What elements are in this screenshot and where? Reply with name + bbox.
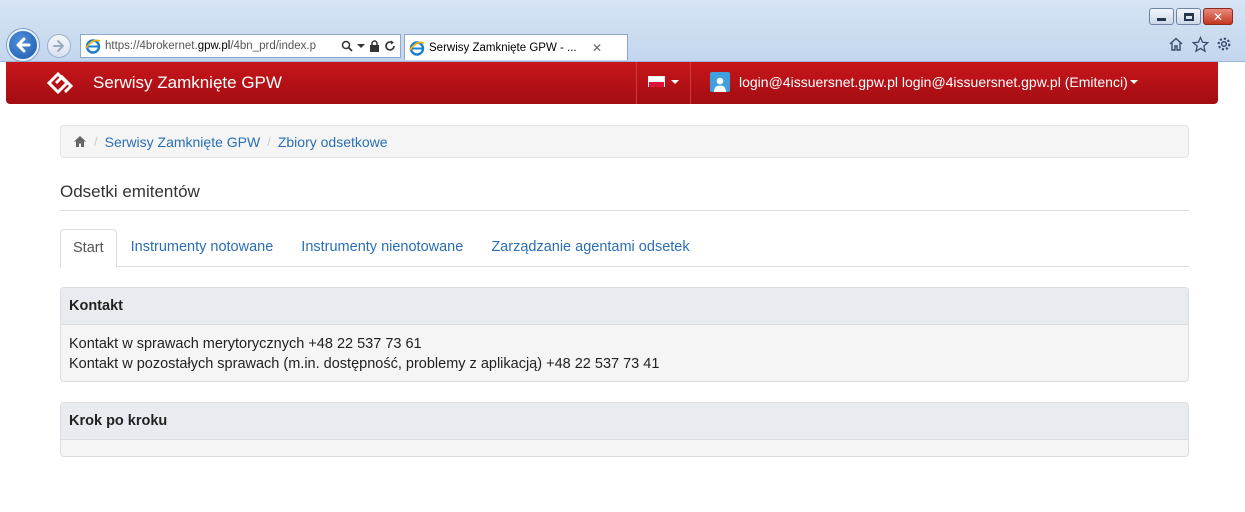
brand-title[interactable]: Serwisy Zamknięte GPW — [93, 73, 282, 93]
tab-zarzadzanie-agentami[interactable]: Zarządzanie agentami odsetek — [477, 229, 703, 267]
breadcrumb-link[interactable]: Zbiory odsetkowe — [278, 134, 388, 150]
chevron-down-icon — [1129, 80, 1138, 84]
contact-panel: Kontakt Kontakt w sprawach merytorycznyc… — [60, 287, 1189, 382]
page-title: Odsetki emitentów — [60, 182, 200, 201]
minimize-icon — [1157, 18, 1166, 21]
panel-heading: Kontakt — [61, 288, 1188, 325]
url-domain: gpw.pl — [197, 40, 231, 52]
refresh-icon[interactable] — [384, 40, 396, 52]
minimize-button[interactable] — [1149, 8, 1174, 25]
breadcrumb-separator: / — [267, 134, 271, 149]
breadcrumb-link[interactable]: Serwisy Zamknięte GPW — [105, 134, 261, 150]
url-prefix: https://4brokernet. — [105, 40, 198, 52]
search-icon[interactable] — [341, 40, 353, 52]
tab-instrumenty-nienotowane[interactable]: Instrumenty nienotowane — [287, 229, 477, 267]
navbar-divider — [636, 62, 637, 104]
close-window-button[interactable]: ✕ — [1203, 8, 1233, 25]
close-icon: ✕ — [1212, 9, 1224, 24]
window-edge — [1218, 104, 1245, 512]
tab-instrumenty-notowane[interactable]: Instrumenty notowane — [117, 229, 288, 267]
user-menu[interactable]: login@4issuersnet.gpw.pl login@4issuersn… — [710, 72, 1138, 92]
ie-logo-icon — [85, 39, 101, 54]
browser-tab[interactable]: Serwisy Zamknięte GPW - ... ✕ — [404, 34, 628, 60]
site-navbar: Serwisy Zamknięte GPW login@4issuersnet.… — [6, 62, 1218, 104]
tab-title: Serwisy Zamknięte GPW - ... — [429, 41, 577, 54]
favorites-star-icon[interactable] — [1191, 35, 1209, 53]
user-label: login@4issuersnet.gpw.pl login@4issuersn… — [739, 74, 1128, 90]
arrow-right-icon — [53, 40, 64, 52]
tab-start[interactable]: Start — [60, 229, 117, 268]
language-selector[interactable] — [648, 76, 679, 87]
tab-close-icon[interactable]: ✕ — [589, 41, 605, 55]
divider — [60, 210, 1189, 211]
contact-line: Kontakt w sprawach merytorycznych +48 22… — [69, 336, 422, 352]
back-button[interactable] — [7, 29, 39, 61]
chevron-down-icon — [671, 79, 679, 84]
step-by-step-panel: Krok po kroku — [60, 402, 1189, 457]
navbar-divider — [690, 62, 691, 104]
address-bar[interactable]: https://4brokernet.gpw.pl/4bn_prd/index.… — [80, 34, 401, 58]
arrow-left-icon — [16, 37, 31, 53]
panel-heading: Krok po kroku — [61, 403, 1188, 440]
maximize-button[interactable] — [1176, 8, 1201, 25]
home-icon[interactable] — [73, 135, 87, 148]
breadcrumb: / Serwisy Zamknięte GPW / Zbiory odsetko… — [60, 125, 1189, 158]
ie-logo-icon — [409, 40, 425, 56]
browser-chrome: ✕ https://4brokernet.gpw.pl/4bn_prd/inde… — [0, 0, 1245, 62]
browser-toolbar-icons — [1167, 35, 1233, 53]
home-icon[interactable] — [1167, 35, 1185, 53]
poland-flag-icon — [648, 76, 665, 87]
tab-bar: Start Instrumenty notowane Instrumenty n… — [60, 229, 1189, 268]
lock-icon[interactable] — [369, 40, 380, 52]
user-icon — [710, 72, 730, 92]
panel-body — [61, 440, 1188, 456]
window-controls: ✕ — [1149, 8, 1233, 25]
forward-button[interactable] — [47, 34, 71, 58]
gpw-logo-icon[interactable] — [46, 71, 74, 95]
gear-icon[interactable] — [1215, 35, 1233, 53]
breadcrumb-separator: / — [94, 134, 98, 149]
url-text: https://4brokernet.gpw.pl/4bn_prd/index.… — [105, 40, 341, 52]
panel-body: Kontakt w sprawach merytorycznych +48 22… — [61, 325, 1188, 383]
url-path: /4bn_prd/index.p — [230, 40, 316, 52]
contact-line: Kontakt w pozostałych sprawach (m.in. do… — [69, 356, 660, 372]
maximize-icon — [1183, 12, 1194, 21]
address-tools — [341, 40, 400, 52]
dropdown-icon[interactable] — [357, 44, 365, 48]
